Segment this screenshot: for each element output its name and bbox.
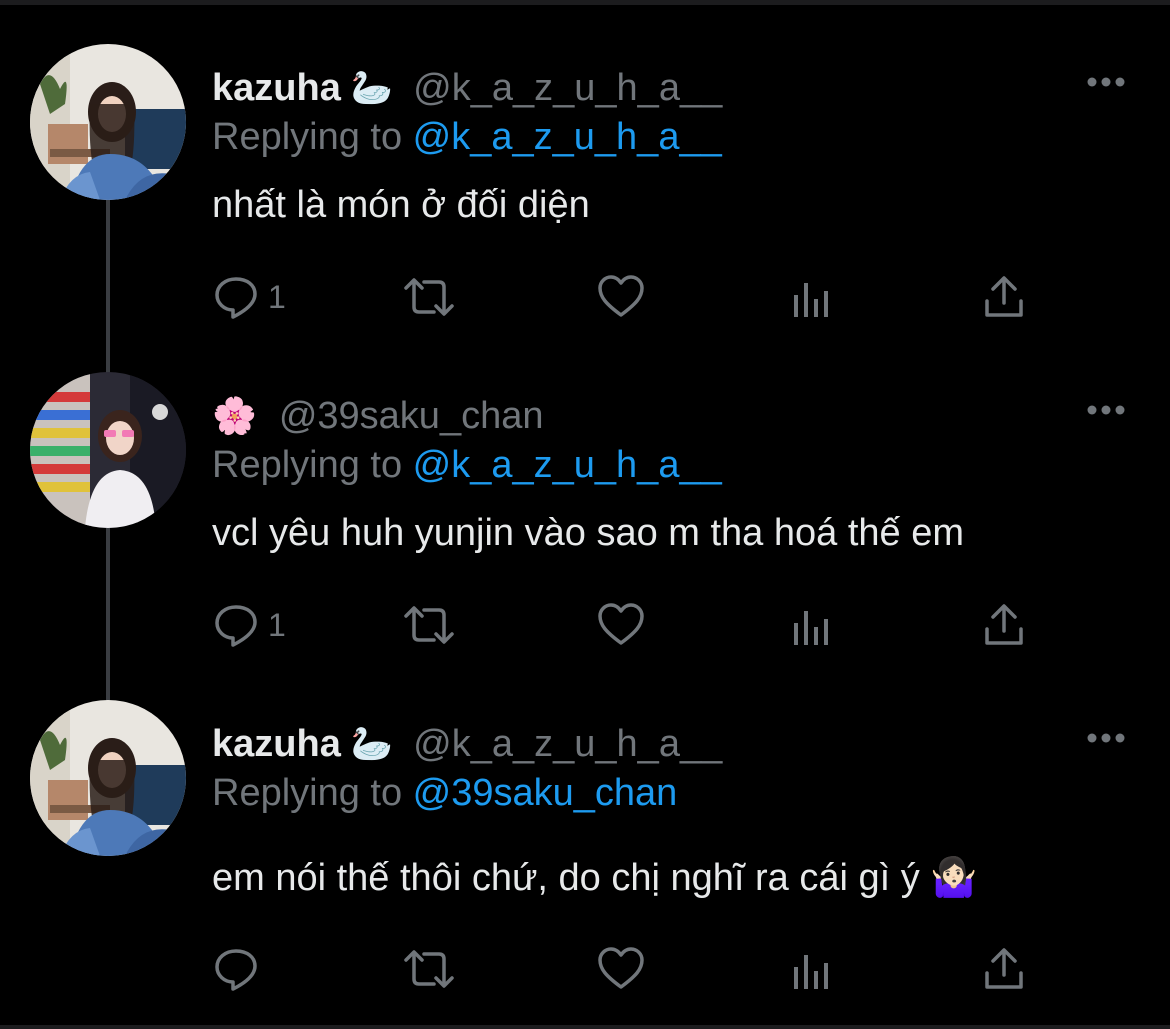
tweet[interactable]: kazuha 🦢 @k_a_z_u_h_a__ Replying to @k_a… [0,0,1170,328]
share-button[interactable] [982,944,1026,994]
replying-to-label: Replying to [212,444,413,486]
tweet[interactable]: kazuha 🦢 @k_a_z_u_h_a__ Replying to @39s… [0,656,1170,991]
tweet-actions [212,944,1052,994]
share-icon [982,945,1026,993]
display-name[interactable]: kazuha [212,723,341,766]
user-handle[interactable]: @k_a_z_u_h_a__ [413,67,722,110]
reply-icon [212,273,260,321]
avatar[interactable] [30,44,186,200]
avatar[interactable] [30,372,186,528]
views-button[interactable] [792,600,832,650]
views-chart-icon [792,945,832,993]
reply-button[interactable]: 1 [212,600,286,650]
user-handle[interactable]: @k_a_z_u_h_a__ [413,723,722,766]
views-button[interactable] [792,944,832,994]
swan-emoji: 🦢 [350,725,394,763]
replying-to-handle[interactable]: @39saku_chan [413,772,678,814]
tweet-text: vcl yêu huh yunjin vào sao m tha hoá thế… [212,512,965,554]
tweet-text: em nói thế thôi chứ, do chị nghĩ ra cái … [212,857,978,899]
share-button[interactable] [982,272,1026,322]
heart-icon [596,273,646,321]
reply-button[interactable]: 1 [212,272,286,322]
user-handle[interactable]: @39saku_chan [279,395,544,438]
cherry-blossom-emoji: 🌸 [212,395,257,436]
share-button[interactable] [982,600,1026,650]
heart-icon [596,601,646,649]
more-horizontal-icon[interactable] [1084,72,1128,92]
tweet-header: kazuha 🦢 @k_a_z_u_h_a__ [212,718,722,770]
swan-emoji: 🦢 [350,69,394,107]
like-button[interactable] [596,600,646,650]
tweet[interactable]: 🌸 @39saku_chan Replying to @k_a_z_u_h_a_… [0,328,1170,656]
display-name[interactable]: kazuha [212,67,341,110]
replying-to-line: Replying to @k_a_z_u_h_a__ [212,444,722,487]
share-icon [982,601,1026,649]
reply-icon [212,601,260,649]
tweet-text: nhất là món ở đối diện [212,184,590,226]
tweet-header: 🌸 @39saku_chan [212,390,543,442]
replying-to-handle[interactable]: @k_a_z_u_h_a__ [413,116,722,158]
retweet-icon [402,273,456,321]
replying-to-handle[interactable]: @k_a_z_u_h_a__ [413,444,722,486]
views-chart-icon [792,601,832,649]
retweet-button[interactable] [402,600,456,650]
share-icon [982,273,1026,321]
reply-count: 1 [268,606,286,643]
views-button[interactable] [792,272,832,322]
reply-count: 1 [268,278,286,315]
tweet-actions: 1 [212,600,1052,650]
heart-icon [596,945,646,993]
window-bottom-edge [0,1025,1170,1029]
like-button[interactable] [596,272,646,322]
replying-to-line: Replying to @39saku_chan [212,772,677,815]
more-horizontal-icon[interactable] [1084,400,1128,420]
reply-button[interactable] [212,944,268,994]
replying-to-label: Replying to [212,772,413,814]
reply-icon [212,945,260,993]
retweet-button[interactable] [402,272,456,322]
replying-to-label: Replying to [212,116,413,158]
retweet-icon [402,601,456,649]
retweet-button[interactable] [402,944,456,994]
like-button[interactable] [596,944,646,994]
views-chart-icon [792,273,832,321]
avatar[interactable] [30,700,186,856]
replying-to-line: Replying to @k_a_z_u_h_a__ [212,116,722,159]
tweet-header: kazuha 🦢 @k_a_z_u_h_a__ [212,62,722,114]
retweet-icon [402,945,456,993]
more-horizontal-icon[interactable] [1084,728,1128,748]
tweet-actions: 1 [212,272,1052,322]
